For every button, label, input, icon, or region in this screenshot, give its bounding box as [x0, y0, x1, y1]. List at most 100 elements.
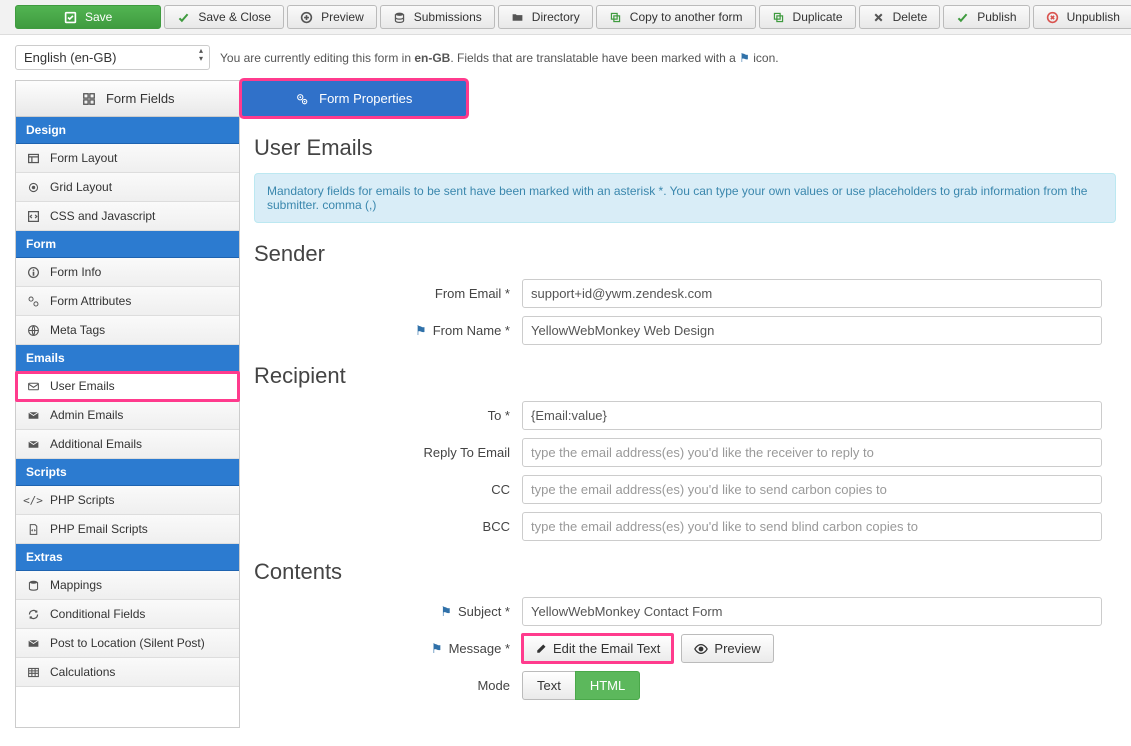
- from-email-label: From Email *: [254, 286, 522, 301]
- refresh-icon: [26, 607, 40, 621]
- pencil-icon: [535, 643, 547, 655]
- sidebar-item-mappings[interactable]: Mappings: [16, 571, 239, 600]
- preview-button[interactable]: Preview: [287, 5, 377, 29]
- preview-message-button[interactable]: Preview: [681, 634, 773, 663]
- code-icon: </>: [26, 493, 40, 507]
- table-icon: [26, 665, 40, 679]
- tab-form-fields-label: Form Fields: [106, 91, 175, 106]
- mode-label: Mode: [254, 678, 522, 693]
- directory-button[interactable]: Directory: [498, 5, 593, 29]
- from-email-input[interactable]: [522, 279, 1102, 308]
- bcc-input[interactable]: [522, 512, 1102, 541]
- sidebar-item-admin-emails[interactable]: Admin Emails: [16, 401, 239, 430]
- unpublish-label: Unpublish: [1067, 10, 1120, 24]
- sidebar-item-grid-layout[interactable]: Grid Layout: [16, 173, 239, 202]
- sidebar-head-form: Form: [16, 231, 239, 258]
- save-label: Save: [85, 10, 112, 24]
- cc-label: CC: [254, 482, 522, 497]
- flag-icon: ⚑: [440, 604, 452, 620]
- tab-form-fields[interactable]: Form Fields: [16, 81, 242, 116]
- sidebar-item-label: PHP Email Scripts: [50, 522, 148, 536]
- sender-heading: Sender: [254, 241, 1116, 267]
- sidebar-item-label: Form Info: [50, 265, 101, 279]
- sidebar-item-label: Conditional Fields: [50, 607, 145, 621]
- sidebar-item-form-attributes[interactable]: Form Attributes: [16, 287, 239, 316]
- sidebar-item-php-scripts[interactable]: </>PHP Scripts: [16, 486, 239, 515]
- language-selected-label: English (en-GB): [24, 50, 116, 65]
- sidebar-item-label: Form Attributes: [50, 294, 131, 308]
- bcc-label: BCC: [254, 519, 522, 534]
- copy-button[interactable]: Copy to another form: [596, 5, 756, 29]
- sidebar-item-post-location[interactable]: Post to Location (Silent Post): [16, 629, 239, 658]
- to-input[interactable]: [522, 401, 1102, 430]
- duplicate-button[interactable]: Duplicate: [759, 5, 856, 29]
- flag-icon: ⚑: [415, 323, 427, 339]
- message-label: ⚑Message *: [254, 641, 522, 657]
- sidebar-item-label: Additional Emails: [50, 437, 142, 451]
- language-select[interactable]: English (en-GB): [15, 45, 210, 70]
- save-close-label: Save & Close: [198, 10, 271, 24]
- eye-icon: [694, 643, 708, 655]
- envelope-solid-icon: [26, 408, 40, 422]
- x-icon: [872, 11, 885, 24]
- sidebar-item-label: CSS and Javascript: [50, 209, 155, 223]
- database-icon: [26, 578, 40, 592]
- delete-button[interactable]: Delete: [859, 5, 941, 29]
- sidebar-item-form-info[interactable]: Form Info: [16, 258, 239, 287]
- sidebar-item-user-emails[interactable]: User Emails: [16, 372, 239, 401]
- publish-button[interactable]: Publish: [943, 5, 1029, 29]
- sidebar-item-php-email-scripts[interactable]: PHP Email Scripts: [16, 515, 239, 544]
- sidebar-head-scripts: Scripts: [16, 459, 239, 486]
- sidebar-item-conditional-fields[interactable]: Conditional Fields: [16, 600, 239, 629]
- unpublish-button[interactable]: Unpublish: [1033, 5, 1131, 29]
- page-title: User Emails: [254, 135, 1116, 161]
- gears-icon: [295, 92, 309, 106]
- database-icon: [393, 11, 406, 24]
- save-button[interactable]: Save: [15, 5, 161, 29]
- duplicate-icon: [772, 11, 785, 24]
- reply-to-input[interactable]: [522, 438, 1102, 467]
- gear-icon: [26, 180, 40, 194]
- mode-html-option[interactable]: HTML: [575, 671, 640, 700]
- flag-icon: ⚑: [739, 51, 750, 65]
- save-close-button[interactable]: Save & Close: [164, 5, 284, 29]
- sidebar-item-css-js[interactable]: CSS and Javascript: [16, 202, 239, 231]
- to-label: To *: [254, 408, 522, 423]
- subject-label: ⚑Subject *: [254, 604, 522, 620]
- language-message: You are currently editing this form in e…: [220, 51, 779, 65]
- edit-email-text-button[interactable]: Edit the Email Text: [522, 634, 673, 663]
- mode-toggle[interactable]: Text HTML: [522, 671, 640, 700]
- sidebar-item-label: Mappings: [50, 578, 102, 592]
- check-icon: [177, 11, 190, 24]
- sidebar-item-additional-emails[interactable]: Additional Emails: [16, 430, 239, 459]
- sidebar-item-calculations[interactable]: Calculations: [16, 658, 239, 687]
- submissions-button[interactable]: Submissions: [380, 5, 495, 29]
- sidebar-item-meta-tags[interactable]: Meta Tags: [16, 316, 239, 345]
- folder-icon: [511, 11, 524, 24]
- mode-text-option[interactable]: Text: [522, 671, 575, 700]
- check-square-icon: [64, 11, 77, 24]
- tab-form-properties[interactable]: Form Properties: [242, 81, 467, 116]
- sidebar-item-form-layout[interactable]: Form Layout: [16, 144, 239, 173]
- publish-label: Publish: [977, 10, 1016, 24]
- subject-input[interactable]: [522, 597, 1102, 626]
- cc-input[interactable]: [522, 475, 1102, 504]
- envelope-icon: [26, 379, 40, 393]
- reply-to-label: Reply To Email: [254, 445, 522, 460]
- info-alert: Mandatory fields for emails to be sent h…: [254, 173, 1116, 223]
- from-name-label: ⚑From Name *: [254, 323, 522, 339]
- layout-icon: [26, 151, 40, 165]
- sidebar-item-label: Grid Layout: [50, 180, 112, 194]
- flag-icon: ⚑: [431, 641, 443, 657]
- file-code-icon: [26, 522, 40, 536]
- sidebar-item-label: Meta Tags: [50, 323, 105, 337]
- delete-label: Delete: [893, 10, 928, 24]
- preview-label: Preview: [321, 10, 364, 24]
- recipient-heading: Recipient: [254, 363, 1116, 389]
- tab-form-properties-label: Form Properties: [319, 91, 412, 106]
- from-name-input[interactable]: [522, 316, 1102, 345]
- sidebar-head-emails: Emails: [16, 345, 239, 372]
- envelope-solid-icon: [26, 636, 40, 650]
- grid-icon: [82, 92, 96, 106]
- sidebar-head-extras: Extras: [16, 544, 239, 571]
